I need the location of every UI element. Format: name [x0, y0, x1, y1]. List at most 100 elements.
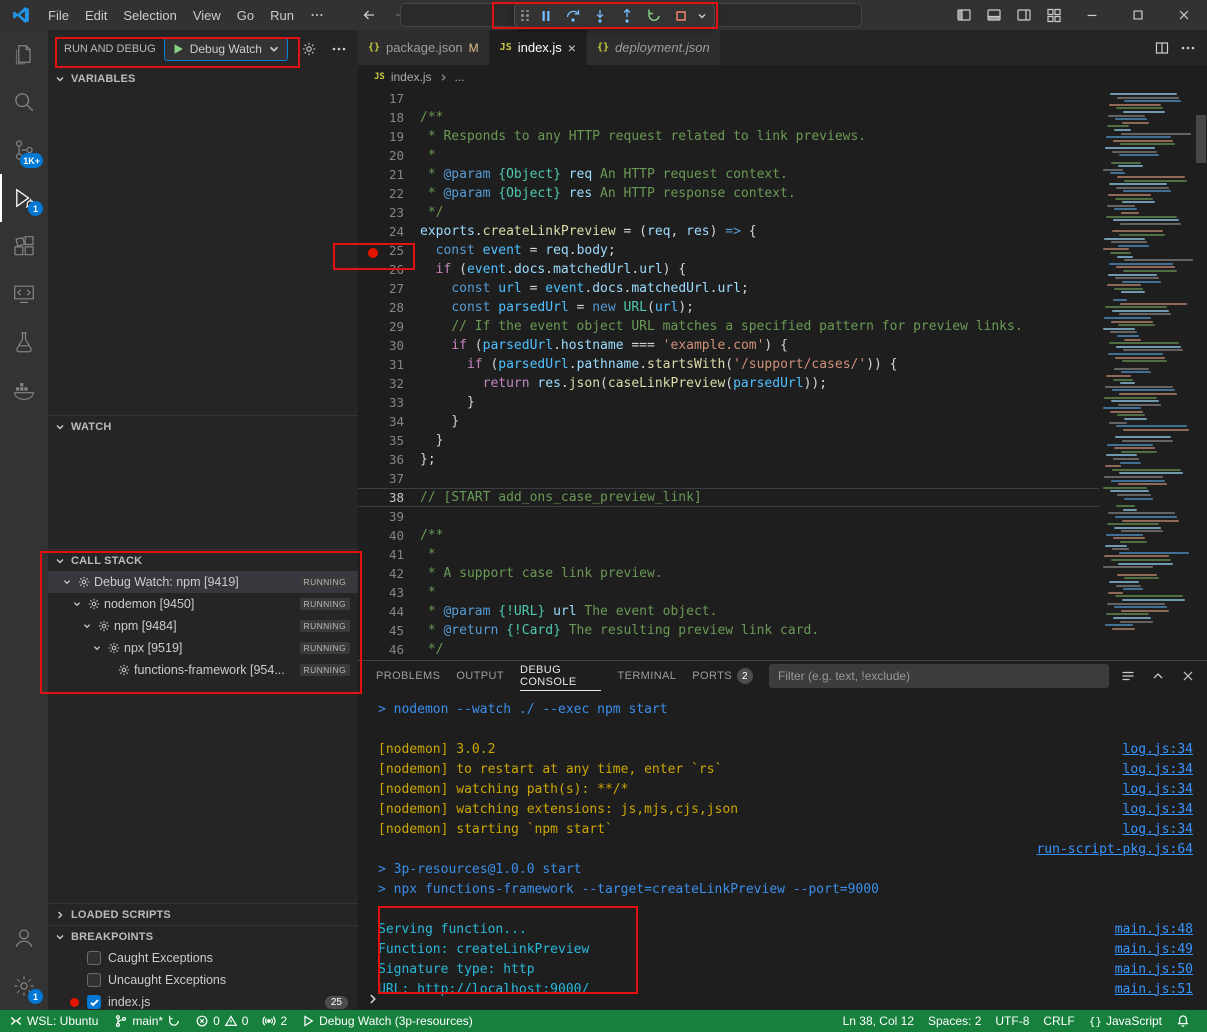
- minimize-button[interactable]: [1069, 0, 1115, 30]
- activity-run-and-debug-icon[interactable]: 1: [0, 174, 48, 222]
- code-line[interactable]: 38// [START add_ons_case_preview_link]: [358, 488, 1099, 507]
- console-line[interactable]: [nodemon] 3.0.2log.js:34: [358, 739, 1207, 759]
- call-stack-section-header[interactable]: CALL STACK: [48, 549, 358, 571]
- line-gutter[interactable]: 35: [358, 433, 420, 448]
- breakpoint-item[interactable]: index.js25: [48, 991, 358, 1010]
- panel-tab-output[interactable]: OUTPUT: [456, 661, 504, 691]
- panel-tab-debug-console[interactable]: DEBUG CONSOLE: [520, 661, 602, 691]
- git-branch-indicator[interactable]: main*: [107, 1010, 188, 1032]
- call-stack-item[interactable]: npx [9519]RUNNING: [48, 637, 358, 659]
- code-line[interactable]: 30 if (parsedUrl.hostname === 'example.c…: [358, 336, 1099, 355]
- console-input-chevron-icon[interactable]: [366, 992, 380, 1006]
- remote-indicator[interactable]: WSL: Ubuntu: [0, 1010, 107, 1032]
- code-line[interactable]: 36};: [358, 450, 1099, 469]
- code-line[interactable]: 39: [358, 507, 1099, 526]
- split-editor-icon[interactable]: [1151, 37, 1173, 59]
- activity-source-control-icon[interactable]: 1K+: [0, 126, 48, 174]
- line-gutter[interactable]: 42: [358, 566, 420, 581]
- console-line[interactable]: > nodemon --watch ./ --exec npm start: [358, 699, 1207, 719]
- problems-indicator[interactable]: 0 0: [188, 1010, 255, 1032]
- activity-accounts-icon[interactable]: [0, 914, 48, 962]
- code-line[interactable]: 22 * @param {Object} res An HTTP respons…: [358, 184, 1099, 203]
- code-line[interactable]: 19 * Responds to any HTTP request relate…: [358, 127, 1099, 146]
- menu-go[interactable]: Go: [229, 4, 262, 27]
- watch-section-header[interactable]: WATCH: [48, 415, 358, 437]
- tab-deployment-json[interactable]: {}deployment.json: [587, 30, 721, 65]
- source-link[interactable]: log.js:34: [1123, 762, 1193, 777]
- call-stack-item[interactable]: nodemon [9450]RUNNING: [48, 593, 358, 615]
- source-link[interactable]: main.js:49: [1115, 942, 1193, 957]
- indentation-indicator[interactable]: Spaces: 2: [921, 1010, 988, 1032]
- code-line[interactable]: 41 *: [358, 545, 1099, 564]
- scrollbar-thumb[interactable]: [1196, 115, 1206, 163]
- console-line[interactable]: URL: http://localhost:9000/main.js:51: [358, 979, 1207, 999]
- line-gutter[interactable]: 45: [358, 623, 420, 638]
- menu-selection[interactable]: Selection: [115, 4, 184, 27]
- panel-tab-terminal[interactable]: TERMINAL: [617, 661, 676, 691]
- toolbar-grip-icon[interactable]: [521, 10, 529, 22]
- breakpoints-section-header[interactable]: BREAKPOINTS: [48, 925, 358, 947]
- console-line[interactable]: [nodemon] watching path(s): **/*log.js:3…: [358, 779, 1207, 799]
- breakpoint-checkbox[interactable]: [87, 951, 101, 965]
- menu-more-icon[interactable]: [302, 4, 332, 26]
- line-gutter[interactable]: 23: [358, 205, 420, 220]
- call-stack-item[interactable]: npm [9484]RUNNING: [48, 615, 358, 637]
- console-line[interactable]: [nodemon] starting `npm start`log.js:34: [358, 819, 1207, 839]
- code-line[interactable]: 25 const event = req.body;: [358, 241, 1099, 260]
- code-line[interactable]: 37: [358, 469, 1099, 488]
- breakpoint-item[interactable]: Uncaught Exceptions: [48, 969, 358, 991]
- breadcrumb[interactable]: JS index.js ...: [358, 65, 1207, 89]
- line-gutter[interactable]: 31: [358, 357, 420, 372]
- step-out-button[interactable]: [615, 5, 639, 26]
- breadcrumb-more[interactable]: ...: [455, 70, 465, 84]
- code-line[interactable]: 31 if (parsedUrl.pathname.startsWith('/s…: [358, 355, 1099, 374]
- line-gutter[interactable]: 37: [358, 471, 420, 486]
- line-gutter[interactable]: 18: [358, 110, 420, 125]
- encoding-indicator[interactable]: UTF-8: [988, 1010, 1036, 1032]
- restart-button[interactable]: [642, 5, 666, 26]
- line-gutter[interactable]: 25: [358, 243, 420, 258]
- console-line[interactable]: [358, 719, 1207, 739]
- console-line[interactable]: Function: createLinkPreviewmain.js:49: [358, 939, 1207, 959]
- menu-run[interactable]: Run: [262, 4, 302, 27]
- toggle-panel-icon[interactable]: [979, 0, 1009, 30]
- activity-explorer-icon[interactable]: [0, 30, 48, 78]
- tab-index-js[interactable]: JSindex.js×: [490, 30, 587, 65]
- language-indicator[interactable]: {} JavaScript: [1082, 1010, 1169, 1032]
- line-gutter[interactable]: 22: [358, 186, 420, 201]
- breadcrumb-file[interactable]: index.js: [391, 70, 432, 84]
- code-line[interactable]: 29 // If the event object URL matches a …: [358, 317, 1099, 336]
- customize-layout-icon[interactable]: [1039, 0, 1069, 30]
- breakpoint-dot-icon[interactable]: [368, 248, 378, 258]
- editor-scrollbar[interactable]: [1195, 89, 1207, 660]
- line-gutter[interactable]: 46: [358, 642, 420, 657]
- call-stack-item[interactable]: Debug Watch: npm [9419]RUNNING: [48, 571, 358, 593]
- stop-button[interactable]: [669, 5, 693, 26]
- line-gutter[interactable]: 27: [358, 281, 420, 296]
- cursor-position[interactable]: Ln 38, Col 12: [836, 1010, 921, 1032]
- console-line[interactable]: [358, 899, 1207, 919]
- activity-search-icon[interactable]: [0, 78, 48, 126]
- code-line[interactable]: 23 */: [358, 203, 1099, 222]
- close-panel-icon[interactable]: [1177, 665, 1199, 687]
- source-link[interactable]: log.js:34: [1123, 802, 1193, 817]
- source-link[interactable]: main.js:51: [1115, 982, 1193, 997]
- source-link[interactable]: log.js:34: [1123, 742, 1193, 757]
- toggle-secondary-sidebar-icon[interactable]: [1009, 0, 1039, 30]
- line-gutter[interactable]: 24: [358, 224, 420, 239]
- console-line[interactable]: > 3p-resources@1.0.0 start: [358, 859, 1207, 879]
- code-line[interactable]: 46 */: [358, 640, 1099, 659]
- line-gutter[interactable]: 20: [358, 148, 420, 163]
- stop-dropdown-icon[interactable]: [696, 10, 708, 22]
- line-gutter[interactable]: 39: [358, 509, 420, 524]
- source-link[interactable]: run-script-pkg.js:64: [1036, 842, 1193, 857]
- debug-session-indicator[interactable]: Debug Watch (3p-resources): [294, 1010, 480, 1032]
- console-filter-input[interactable]: [769, 664, 1109, 688]
- code-line[interactable]: 26 if (event.docs.matchedUrl.url) {: [358, 260, 1099, 279]
- step-over-button[interactable]: [561, 5, 585, 26]
- breakpoint-checkbox[interactable]: [87, 995, 101, 1009]
- activity-extensions-icon[interactable]: [0, 222, 48, 270]
- code-line[interactable]: 34 }: [358, 412, 1099, 431]
- variables-section-header[interactable]: VARIABLES: [48, 68, 358, 90]
- line-gutter[interactable]: 44: [358, 604, 420, 619]
